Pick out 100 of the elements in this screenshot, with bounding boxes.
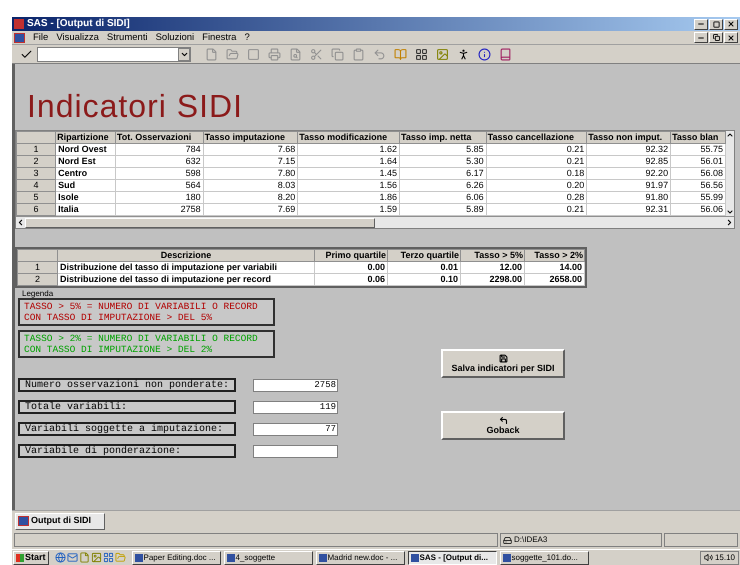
table-cell: 2298.00 — [460, 274, 524, 286]
column-header[interactable]: Tot. Osservazioni — [115, 132, 204, 144]
table-cell: 0.28 — [486, 192, 587, 204]
legend-note: TASSO > 2% = NUMERO DI VARIABILI O RECORD CON TASSO DI IMPUTAZIONE > DEL 2% — [18, 330, 275, 358]
menu-item[interactable]: Soluzioni — [156, 32, 194, 42]
back-button[interactable]: Goback — [441, 411, 565, 440]
taskbar-button[interactable]: soggette_101.do... — [500, 550, 589, 564]
table-cell: 7.68 — [203, 144, 298, 156]
column-header[interactable]: Primo quartile — [314, 250, 388, 262]
taskbar-button[interactable]: 4_soggette — [224, 550, 313, 564]
table-cell: 1.64 — [298, 156, 400, 168]
table-cell: 6.06 — [399, 192, 486, 204]
grid-icon[interactable] — [102, 552, 114, 563]
table-cell: Sud — [56, 180, 116, 192]
row-header[interactable]: 6 — [16, 204, 56, 216]
row-header[interactable]: 4 — [16, 180, 56, 192]
page-heading: Indicatori SIDI — [27, 87, 244, 126]
scroll-down-icon[interactable] — [726, 208, 734, 216]
volume-icon[interactable] — [704, 553, 713, 562]
minimize-button[interactable] — [694, 32, 708, 43]
corner-cell — [16, 132, 56, 144]
table-cell: 56.56 — [670, 180, 726, 192]
window-icon — [18, 516, 29, 526]
drive-icon — [503, 536, 512, 544]
table-cell: 5.85 — [399, 144, 486, 156]
table-cell: Distribuzione del tasso di imputazione per variabili — [58, 262, 314, 274]
mail-icon[interactable] — [66, 552, 78, 563]
column-header[interactable]: Ripartizione — [56, 132, 116, 144]
row-header[interactable]: 5 — [16, 192, 56, 204]
legend-note: TASSO > 5% = NUMERO DI VARIABILI O RECORD CON TASSO DI IMPUTAZIONE > DEL 5% — [18, 298, 275, 326]
table-cell: 55.75 — [670, 144, 726, 156]
command-field[interactable] — [37, 46, 191, 62]
table-cell: 784 — [115, 144, 204, 156]
row-header[interactable]: 1 — [18, 262, 58, 274]
table-cell: 8.03 — [203, 180, 298, 192]
row-header[interactable]: 1 — [16, 144, 56, 156]
column-header[interactable]: Tasso imp. netta — [399, 132, 486, 144]
window-icon — [318, 554, 327, 562]
taskbar-button[interactable]: SAS - [Output di... — [408, 550, 497, 564]
table-cell: 7.80 — [203, 168, 298, 180]
column-header[interactable]: Descrizione — [58, 250, 314, 262]
save-button[interactable]: Salva indicatori per SIDI — [441, 349, 565, 378]
maximize-button[interactable] — [709, 18, 723, 30]
table-cell: 0.00 — [314, 262, 388, 274]
window-icon — [226, 554, 235, 562]
column-header[interactable]: Tasso > 5% — [460, 250, 524, 262]
field-label: Variabili soggette a imputazione: — [18, 422, 236, 436]
minimize-button[interactable] — [694, 18, 708, 30]
document-tab[interactable]: Output di SIDI — [15, 512, 105, 530]
image-icon[interactable] — [90, 552, 102, 563]
column-header[interactable]: Tasso imputazione — [203, 132, 298, 144]
start-button[interactable]: Start — [13, 550, 49, 564]
column-header[interactable]: Tasso non imput. — [586, 132, 671, 144]
table-cell: 598 — [115, 168, 204, 180]
menu-item[interactable]: ? — [244, 32, 250, 42]
table-cell: 0.10 — [388, 274, 460, 286]
close-icon — [727, 34, 735, 42]
value-field[interactable] — [253, 444, 338, 458]
value-field[interactable]: 119 — [253, 400, 338, 414]
value-field[interactable]: 2758 — [253, 378, 338, 392]
file-icon[interactable] — [78, 552, 90, 563]
column-header[interactable]: Tasso modificazione — [298, 132, 400, 144]
close-button[interactable] — [724, 18, 738, 30]
row-header[interactable]: 2 — [18, 274, 58, 286]
table-cell: 55.99 — [670, 192, 726, 204]
table-cell: 6.17 — [399, 168, 486, 180]
scroll-up-icon[interactable] — [726, 131, 734, 139]
restore-icon — [712, 34, 720, 41]
row-header[interactable]: 2 — [16, 156, 56, 168]
document-icon[interactable] — [14, 32, 25, 42]
menu-item[interactable]: Strumenti — [106, 32, 148, 42]
column-header[interactable]: Tasso cancellazione — [486, 132, 587, 144]
browser-icon[interactable] — [54, 552, 66, 563]
app-icon — [14, 19, 24, 29]
row-header[interactable]: 3 — [16, 168, 56, 180]
menu-item[interactable]: File — [33, 32, 48, 42]
column-header[interactable]: Tasso blan — [670, 132, 726, 144]
table-cell: 1.56 — [298, 180, 400, 192]
scroll-right-icon[interactable] — [725, 218, 734, 227]
value-field[interactable]: 77 — [253, 422, 338, 436]
scroll-thumb[interactable] — [25, 218, 375, 228]
taskbar-button[interactable]: Paper Editing.doc ... — [132, 550, 221, 564]
taskbar-button[interactable]: Madrid new.doc - ... — [316, 550, 405, 564]
table-cell: 56.08 — [670, 168, 726, 180]
dropdown-button[interactable] — [178, 48, 190, 60]
table-cell: 564 — [115, 180, 204, 192]
close-button[interactable] — [724, 32, 738, 43]
menu-item[interactable]: Visualizza — [56, 32, 99, 42]
scroll-left-icon[interactable] — [16, 218, 25, 227]
horizontal-scrollbar[interactable] — [16, 216, 734, 228]
table-cell: 92.85 — [586, 156, 671, 168]
menu-item[interactable]: Finestra — [202, 32, 236, 42]
column-header[interactable]: Terzo quartile — [388, 250, 460, 262]
table-cell: 92.20 — [586, 168, 671, 180]
table-cell: 56.01 — [670, 156, 726, 168]
column-header[interactable]: Tasso > 2% — [524, 250, 584, 262]
status-path: D:\IDEA3 — [500, 533, 662, 547]
vertical-scrollbar[interactable] — [726, 131, 734, 216]
restore-button[interactable] — [709, 32, 723, 43]
window-icon — [502, 554, 511, 562]
